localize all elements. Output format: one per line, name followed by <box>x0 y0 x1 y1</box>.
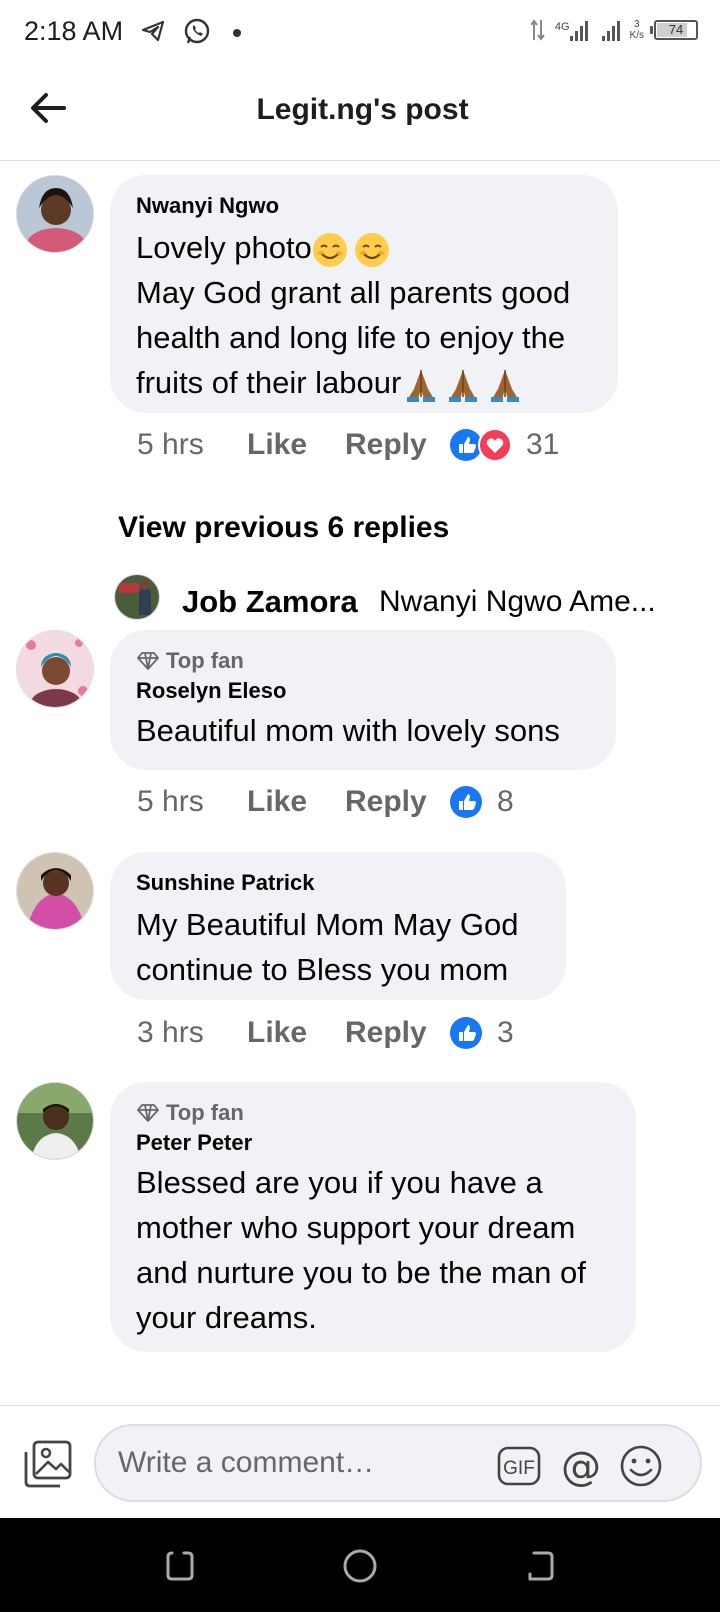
folded-hands-emoji <box>491 369 520 402</box>
diamond-icon <box>137 652 159 670</box>
status-time: 2:18 AM <box>24 16 124 46</box>
notification-dot-icon <box>233 29 241 37</box>
mention-icon[interactable]: @ <box>558 1443 604 1490</box>
reactions[interactable] <box>449 785 483 819</box>
signal-icon <box>601 19 620 41</box>
system-nav-bar <box>0 1518 720 1612</box>
top-fan-badge: Top fan <box>136 1098 610 1128</box>
svg-text:@: @ <box>561 1444 601 1489</box>
avatar[interactable] <box>16 175 94 253</box>
comment-bubble[interactable]: Sunshine Patrick My Beautiful Mom May Go… <box>110 852 566 1000</box>
reply-button[interactable]: Reply <box>345 1016 449 1050</box>
reactions[interactable] <box>449 1016 483 1050</box>
comment-time: 5 hrs <box>137 785 204 818</box>
status-bar: 2:18 AM 4G 3 K/s 74 <box>0 0 720 66</box>
comment-time: 3 hrs <box>137 1016 204 1049</box>
like-button[interactable]: Like <box>247 785 345 819</box>
like-button[interactable]: Like <box>247 428 345 462</box>
reactions[interactable] <box>449 428 512 462</box>
comment-actions: 3 hrs Like Reply 3 <box>137 1016 514 1050</box>
reaction-count: 31 <box>526 428 560 461</box>
comment-bubble[interactable]: Top fan Roselyn Eleso Beautiful mom with… <box>110 630 616 770</box>
comment-composer: GIF @ <box>0 1405 720 1518</box>
telegram-icon <box>141 20 165 42</box>
top-fan-badge: Top fan <box>136 646 590 676</box>
comment-text: Blessed are you if you have a mother who… <box>136 1165 586 1335</box>
comment-time: 5 hrs <box>137 428 204 461</box>
comment-input-box[interactable]: GIF @ <box>94 1424 702 1502</box>
reply-button[interactable]: Reply <box>345 428 449 462</box>
love-reaction-icon <box>478 428 512 462</box>
comment-text: My Beautiful Mom May God continue to Ble… <box>136 907 519 987</box>
comment-input[interactable] <box>118 1440 478 1486</box>
comment-author[interactable]: Nwanyi Ngwo <box>136 191 592 221</box>
comment-author[interactable]: Peter Peter <box>136 1128 610 1158</box>
page-title: Legit.ng's post <box>256 93 469 126</box>
like-button[interactable]: Like <box>247 1016 345 1050</box>
folded-hands-emoji <box>407 369 436 402</box>
battery-icon: 74 <box>650 20 698 40</box>
comment-author[interactable]: Sunshine Patrick <box>136 868 540 898</box>
comment-bubble[interactable]: Nwanyi Ngwo Lovely photo May God grant a… <box>110 175 618 413</box>
comment-author[interactable]: Roselyn Eleso <box>136 676 590 706</box>
comment-bubble[interactable]: Top fan Peter Peter Blessed are you if y… <box>110 1082 636 1352</box>
avatar[interactable] <box>16 630 94 708</box>
reply-author[interactable]: Job Zamora <box>182 584 358 620</box>
comment-text: Lovely photo May God grant all parents g… <box>136 225 592 405</box>
like-reaction-icon <box>450 786 482 818</box>
recent-apps-icon[interactable] <box>158 1544 202 1588</box>
app-header: Legit.ng's post <box>0 66 720 161</box>
network-speed: 3 K/s <box>629 19 644 41</box>
reaction-count: 3 <box>497 1016 514 1049</box>
reply-avatar[interactable] <box>114 574 160 620</box>
smiling-face-emoji <box>354 232 389 267</box>
folded-hands-emoji <box>449 369 478 402</box>
home-icon[interactable] <box>338 1544 382 1588</box>
like-reaction-icon <box>450 1017 482 1049</box>
whatsapp-icon <box>184 18 210 44</box>
gif-icon[interactable]: GIF <box>496 1443 542 1489</box>
svg-text:GIF: GIF <box>503 1458 535 1479</box>
diamond-icon <box>137 1104 159 1122</box>
emoji-icon[interactable] <box>618 1443 664 1489</box>
comment-actions: 5 hrs Like Reply 31 <box>137 428 559 462</box>
photo-icon[interactable] <box>22 1438 74 1490</box>
network-type: 4G <box>554 21 570 33</box>
reaction-count: 8 <box>497 785 514 818</box>
data-arrows-icon <box>530 19 545 41</box>
status-indicators: 4G 3 K/s 74 <box>530 18 698 42</box>
reply-button[interactable]: Reply <box>345 785 449 819</box>
avatar[interactable] <box>16 852 94 930</box>
comment-actions: 5 hrs Like Reply 8 <box>137 785 514 819</box>
reply-preview-text[interactable]: Nwanyi Ngwo Ame... <box>379 585 656 619</box>
comment-text: Beautiful mom with lovely sons <box>136 713 560 748</box>
back-icon[interactable] <box>518 1544 562 1588</box>
signal-icon <box>569 19 588 41</box>
smiling-face-emoji <box>312 232 347 267</box>
view-previous-replies-link[interactable]: View previous 6 replies <box>118 511 449 545</box>
avatar[interactable] <box>16 1082 94 1160</box>
